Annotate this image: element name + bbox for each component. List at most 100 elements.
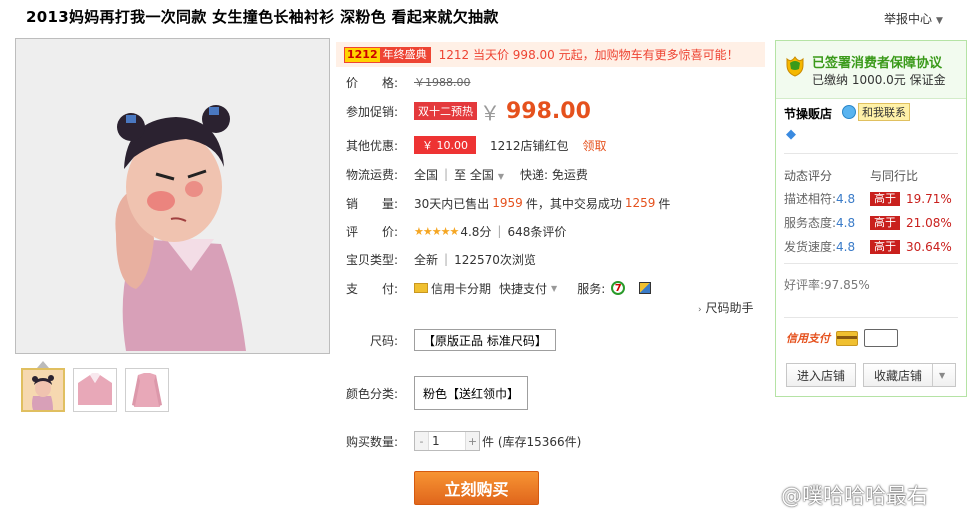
quantity-input[interactable]: [428, 432, 466, 450]
credit-payment-label: 信用支付: [786, 332, 830, 345]
favorite-shop-label: 收藏店铺: [874, 368, 923, 383]
higher-badge: 高于: [870, 191, 900, 206]
shield-icon: [786, 56, 804, 77]
views-count: 122570次浏览: [454, 252, 536, 267]
color-row: 颜色分类: 粉色【送红领巾】: [346, 376, 529, 410]
rating-label: 描述相符:: [784, 192, 837, 206]
rating-row-description: 描述相符:4.8 高于 19.71%: [784, 190, 960, 207]
report-label: 举报中心: [884, 12, 933, 26]
stock-info: 件 (库存15366件): [482, 434, 582, 449]
sales-count: 1959: [492, 196, 523, 210]
girl-illustration: [16, 39, 329, 353]
wangwang-icon: [842, 105, 856, 119]
divider: [784, 317, 958, 318]
rating-value: 4.8: [836, 192, 856, 206]
shop-sidebar: 已签署消费者保障协议 已缴纳 1000.0元 保证金 节操贩店 和我联系 ◆ 动…: [775, 40, 967, 397]
thumb-girl-image: [23, 370, 63, 410]
sales-prefix: 30天内已售出: [414, 196, 490, 211]
rating-percent: 30.64%: [906, 239, 952, 254]
claim-coupon-link[interactable]: 领取: [583, 137, 607, 154]
promo-price-label: 参加促销:: [346, 104, 399, 119]
rating-percent: 19.71%: [906, 191, 952, 206]
thumb-pointer: [37, 361, 49, 368]
promo-badge-number: 1212: [345, 47, 380, 62]
credit-card-icon: [836, 330, 858, 346]
sales-suffix: 件: [658, 196, 671, 211]
currency-symbol: ￥: [480, 100, 500, 125]
thumb-shirt-collar-image: [74, 369, 116, 411]
higher-badge: 高于: [870, 239, 900, 254]
sales-row: 销 量: 30天内已售出 1959 件，其中交易成功 1259 件: [346, 193, 670, 213]
compare-heading: 与同行比: [870, 169, 919, 183]
pay-label: 支 付:: [346, 281, 399, 296]
rating-score: 4.8分: [460, 224, 492, 239]
protection-panel: 已签署消费者保障协议 已缴纳 1000.0元 保证金: [776, 41, 966, 99]
original-price: ￥1988.00: [414, 76, 471, 89]
quantity-decrease-button[interactable]: -: [415, 432, 428, 450]
size-helper-label: 尺码助手: [705, 301, 754, 315]
chevron-down-icon[interactable]: ▼: [551, 284, 557, 293]
pay-fast[interactable]: 快捷支付: [499, 280, 547, 297]
diamond-icon: ◆: [786, 127, 796, 142]
thumbnail-1[interactable]: [21, 368, 65, 412]
enter-shop-button[interactable]: 进入店铺: [786, 363, 857, 387]
pay-installment[interactable]: 信用卡分期: [431, 280, 491, 297]
quantity-increase-button[interactable]: +: [466, 432, 479, 450]
higher-badge: 高于: [870, 215, 900, 230]
size-option[interactable]: 【原版正品 标准尺码】: [414, 329, 556, 351]
color-option[interactable]: 粉色【送红领巾】: [414, 376, 529, 410]
shop-name[interactable]: 节操贩店: [784, 105, 832, 122]
promo-price-row: 参加促销: 双十二预热 ￥ 998.00: [346, 97, 591, 125]
promo-banner: 1212 年终盛典 1212 当天价 998.00 元起，加购物车有更多惊喜可能…: [336, 42, 765, 67]
caret-right-icon: ›: [698, 305, 702, 315]
rating-row-service: 服务态度:4.8 高于 21.08%: [784, 214, 960, 231]
buy-now-button[interactable]: 立刻购买: [414, 471, 539, 505]
promo-badge-text: 年终盛典: [379, 47, 430, 62]
size-row: 尺码: 【原版正品 标准尺码】: [346, 328, 556, 352]
credit-card-icon: [414, 283, 428, 293]
main-product-image[interactable]: [15, 38, 330, 354]
coupon-name: 1212店铺红包: [490, 138, 569, 153]
shipping-row: 物流运费: 全国 | 至 全国 ▼ 快递: 免运费: [346, 164, 588, 184]
coupon-badge: ￥ 10.00: [414, 136, 476, 154]
contact-seller-button[interactable]: 和我联系: [842, 103, 910, 121]
shipping-label: 物流运费:: [346, 167, 399, 182]
page-title: 2013妈妈再打我一次同款 女生撞色长袖衬衫 深粉色 看起来就欠抽款: [26, 8, 499, 26]
rating-label: 发货速度:: [784, 240, 837, 254]
color-label: 颜色分类:: [346, 386, 399, 401]
favorite-shop-button[interactable]: 收藏店铺 ▼: [863, 363, 957, 387]
size-helper-link[interactable]: › 尺码助手: [698, 299, 753, 316]
payment-row: 支 付: 信用卡分期 快捷支付 ▼ 服务: 7: [346, 278, 652, 298]
rating-percent: 21.08%: [906, 215, 952, 230]
thumbnail-2[interactable]: [73, 368, 117, 412]
ship-from: 全国: [414, 167, 439, 182]
price-row: 价 格: ￥1988.00: [346, 72, 471, 92]
rating-row-shipping: 发货速度:4.8 高于 30.64%: [784, 238, 960, 255]
ship-separator: |: [444, 167, 449, 181]
rating-value: 4.8: [836, 240, 856, 254]
discount-row: 其他优惠: ￥ 10.00 1212店铺红包 领取: [346, 135, 607, 155]
report-center-link[interactable]: 举报中心 ▼: [884, 10, 943, 27]
pos-terminal-icon: [864, 329, 898, 347]
dynamic-rating-heading: 动态评分: [784, 169, 833, 183]
type-row: 宝贝类型: 全新 | 122570次浏览: [346, 249, 536, 269]
thumbnail-strip: [21, 368, 169, 412]
good-rate: 好评率:97.85%: [784, 278, 870, 292]
contact-label: 和我联系: [858, 103, 910, 121]
divider: [784, 153, 958, 154]
rating-separator: |: [497, 224, 502, 238]
rating-label: 评 价:: [346, 224, 399, 239]
rating-count-link[interactable]: 648条评价: [507, 223, 566, 240]
chevron-down-icon: ▼: [932, 364, 945, 386]
type-value: 全新: [414, 252, 439, 267]
shop-buttons: 进入店铺 收藏店铺 ▼: [786, 363, 957, 387]
ship-to-select[interactable]: 至 全国 ▼: [454, 166, 504, 183]
thumbnail-3[interactable]: [125, 368, 169, 412]
thumb-shirt-image: [126, 369, 168, 411]
service-label: 服务:: [577, 281, 606, 296]
chevron-down-icon: ▼: [497, 171, 505, 181]
promo-tag: 双十二预热: [414, 102, 477, 120]
quantity-row: 购买数量: - + 件 (库存15366件): [346, 431, 581, 451]
ship-to: 至 全国: [454, 167, 494, 182]
rating-header: 动态评分 与同行比: [784, 167, 960, 184]
